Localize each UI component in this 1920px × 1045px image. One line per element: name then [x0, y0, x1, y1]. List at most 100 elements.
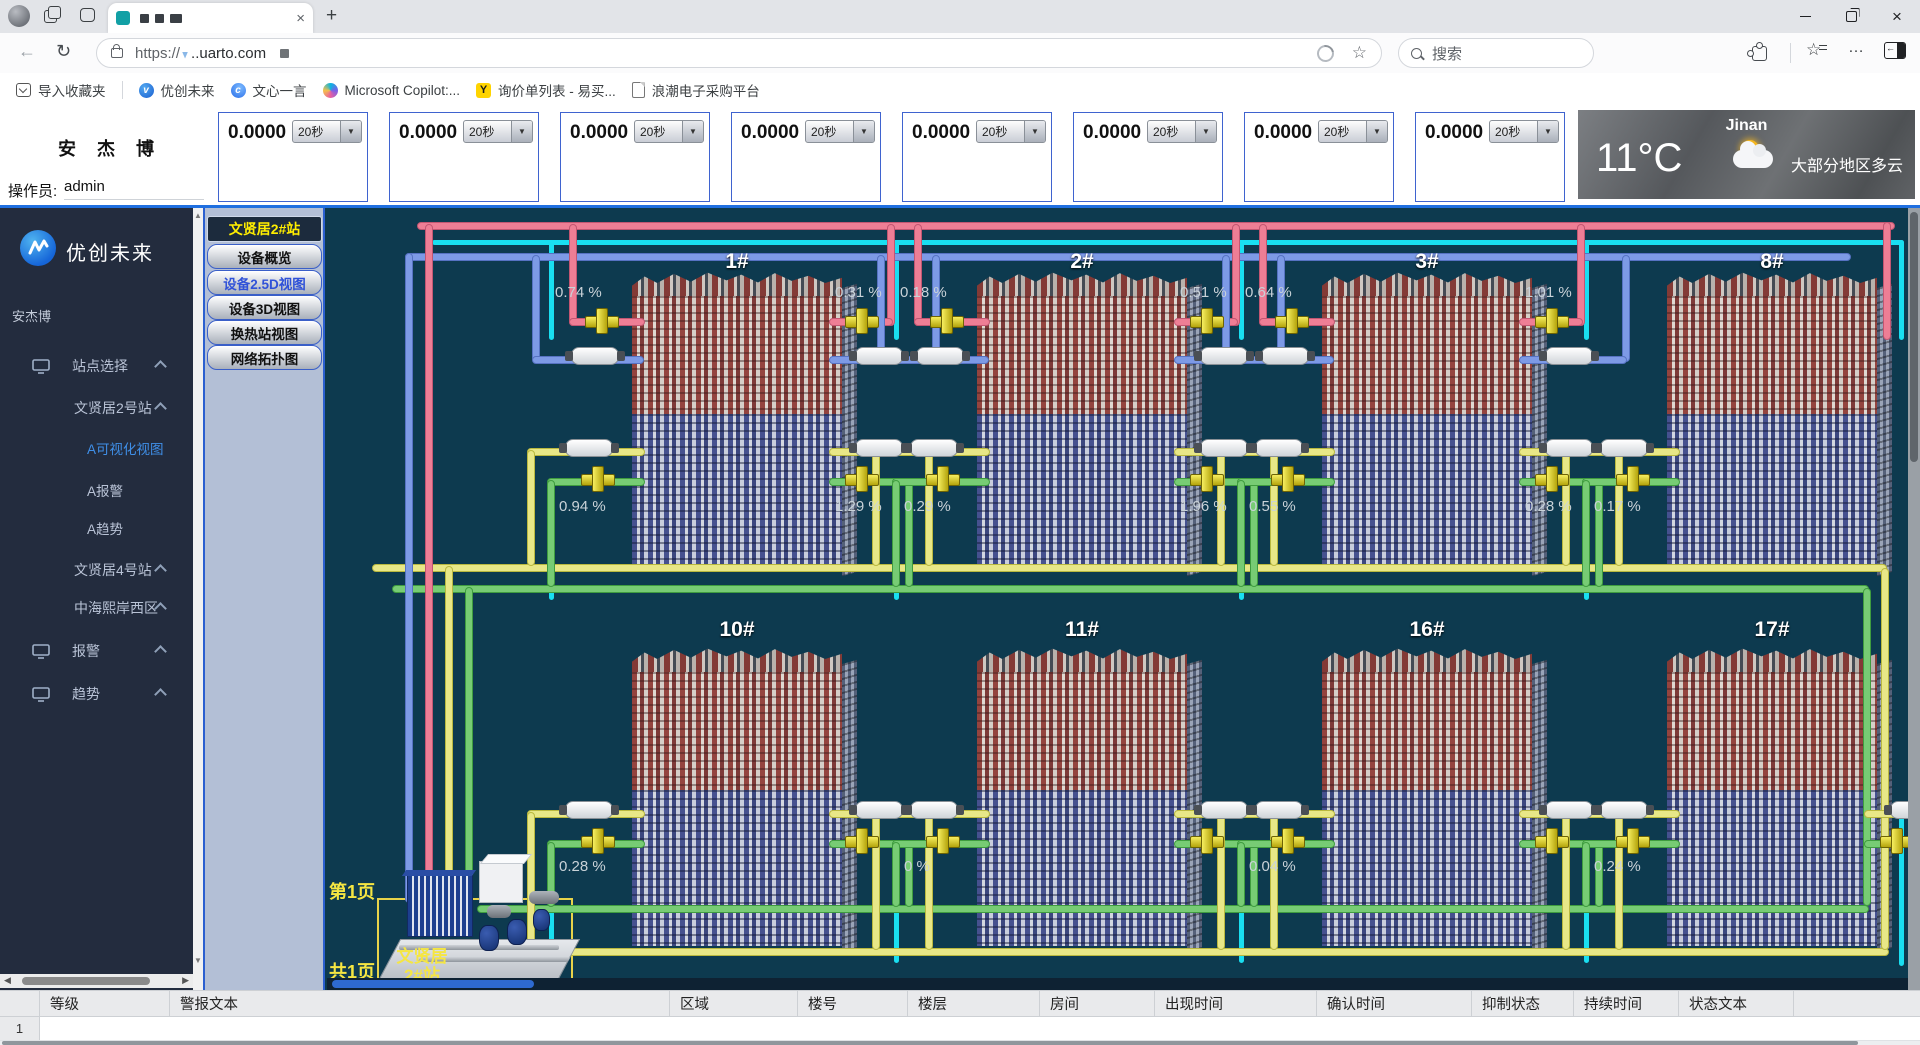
- interval-dropdown[interactable]: 20秒 ▼: [634, 120, 704, 143]
- search-box[interactable]: 搜索: [1398, 38, 1594, 68]
- interval-dropdown[interactable]: 20秒 ▼: [805, 120, 875, 143]
- valve-icon: [845, 466, 879, 492]
- window-close-button[interactable]: ×: [1874, 0, 1920, 33]
- interval-value: 20秒: [1148, 123, 1195, 140]
- building-label: 3#: [1382, 250, 1472, 274]
- station-menu-button[interactable]: 网络拓扑图: [207, 345, 322, 370]
- browser-assist-icon[interactable]: [1313, 41, 1337, 65]
- scroll-thumb[interactable]: [1910, 212, 1918, 462]
- workspace-icon[interactable]: [80, 8, 95, 22]
- new-tab-button[interactable]: +: [326, 5, 337, 27]
- window-minimize-button[interactable]: [1782, 0, 1828, 33]
- bottom-scrollbar[interactable]: [0, 1041, 1920, 1045]
- sidebar-item[interactable]: 趋势: [0, 679, 193, 709]
- station-menu-button[interactable]: 设备2.5D视图: [207, 270, 322, 295]
- bookmark-item[interactable]: 浪潮电子采购平台: [632, 80, 760, 100]
- valve-icon: [1535, 466, 1569, 492]
- dropdown-arrow-icon[interactable]: ▼: [1195, 121, 1216, 142]
- page-vscrollbar[interactable]: [1908, 208, 1920, 990]
- building-tower: [977, 270, 1187, 570]
- metric-box: 0.0000 20秒 ▼: [1244, 112, 1394, 202]
- scroll-right-icon[interactable]: ▶: [182, 975, 189, 986]
- bookmark-label: 文心一言: [253, 80, 307, 100]
- bookmark-item[interactable]: v优创未来: [139, 80, 215, 100]
- extensions-icon[interactable]: [1752, 46, 1767, 61]
- flow-meter-icon: [855, 439, 903, 457]
- dropdown-arrow-icon[interactable]: ▼: [1366, 121, 1387, 142]
- pipe-green: [1582, 480, 1590, 587]
- pipe-red: [569, 224, 577, 326]
- scroll-up-icon[interactable]: ▲: [194, 211, 202, 220]
- operator-value[interactable]: admin: [64, 178, 204, 200]
- dropdown-arrow-icon[interactable]: ▼: [340, 121, 361, 142]
- dropdown-arrow-icon[interactable]: ▼: [682, 121, 703, 142]
- sidebar-item[interactable]: A可视化视图: [0, 433, 193, 463]
- station-menu-button[interactable]: 设备3D视图: [207, 295, 322, 320]
- row-number: 1: [0, 1017, 40, 1040]
- browser-profile-avatar-icon[interactable]: [8, 5, 30, 27]
- back-icon[interactable]: ←: [18, 41, 36, 62]
- valve-icon: [930, 308, 964, 334]
- active-tab[interactable]: ×: [108, 3, 313, 33]
- pipe-red: [1883, 222, 1891, 340]
- interval-dropdown[interactable]: 20秒 ▼: [292, 120, 362, 143]
- sidebar-hscrollbar[interactable]: ◀ ▶: [0, 974, 193, 988]
- interval-dropdown[interactable]: 20秒 ▼: [463, 120, 533, 143]
- sidebar-item[interactable]: 文贤居2号站: [0, 393, 193, 423]
- favorite-star-icon[interactable]: ☆: [1352, 43, 1367, 63]
- sidebar-toggle-icon[interactable]: ←: [1884, 42, 1906, 59]
- building-label: 10#: [692, 618, 782, 642]
- station-menu: 文贤居2#站 设备概览设备2.5D视图设备3D视图换热站视图网络拓扑图: [205, 208, 325, 990]
- bookmark-item[interactable]: 导入收藏夹: [16, 80, 106, 100]
- bookmark-item[interactable]: c文心一言: [231, 80, 307, 100]
- pipe-green: [392, 585, 1869, 593]
- scroll-down-icon[interactable]: ▼: [194, 956, 202, 965]
- tab-groups-icon[interactable]: [44, 10, 57, 23]
- sidebar-vscrollbar[interactable]: ▲ ▼: [193, 208, 205, 990]
- favorites-hub-icon[interactable]: ☆: [1806, 40, 1821, 60]
- tab-close-icon[interactable]: ×: [296, 11, 305, 26]
- flow-meter-icon: [855, 347, 903, 365]
- interval-dropdown[interactable]: 20秒 ▼: [976, 120, 1046, 143]
- interval-value: 20秒: [1490, 123, 1537, 140]
- percent-label: 0.31 %: [835, 284, 882, 301]
- sidebar-item[interactable]: A报警: [0, 475, 193, 505]
- table-column-header: 确认时间: [1317, 991, 1472, 1016]
- scroll-thumb[interactable]: [22, 977, 150, 985]
- sidebar-item-label: 趋势: [72, 684, 100, 704]
- pipe-cyan: [432, 240, 1904, 245]
- tab-title-glyph: [155, 14, 164, 23]
- valve-icon: [926, 828, 960, 854]
- sidebar-item[interactable]: A趋势: [0, 513, 193, 543]
- pipe-green: [892, 480, 900, 587]
- dropdown-arrow-icon[interactable]: ▼: [1537, 121, 1558, 142]
- dropdown-arrow-icon[interactable]: ▼: [511, 121, 532, 142]
- address-bar[interactable]: https:// ..uarto.com ☆: [96, 38, 1382, 68]
- interval-dropdown[interactable]: 20秒 ▼: [1318, 120, 1388, 143]
- sidebar-item[interactable]: 中海熙岸西区: [0, 593, 193, 623]
- settings-menu-icon[interactable]: …: [1848, 39, 1865, 57]
- window-restore-button[interactable]: [1828, 0, 1874, 33]
- scroll-left-icon[interactable]: ◀: [4, 975, 11, 986]
- interval-dropdown[interactable]: 20秒 ▼: [1489, 120, 1559, 143]
- sidebar-item[interactable]: 文贤居4号站: [0, 555, 193, 585]
- sidebar-item[interactable]: 站点选择: [0, 351, 193, 381]
- refresh-icon[interactable]: ↻: [56, 41, 71, 62]
- station-menu-button[interactable]: 设备概览: [207, 244, 322, 269]
- bookmark-item[interactable]: Microsoft Copilot:...: [323, 83, 461, 98]
- building-label: 17#: [1727, 618, 1817, 642]
- pipe-green: [1237, 842, 1245, 907]
- alarm-table-row[interactable]: 1: [0, 1017, 1920, 1041]
- scroll-thumb[interactable]: [2, 1041, 1858, 1045]
- bookmark-item[interactable]: Y询价单列表 - 易买...: [476, 80, 616, 100]
- pipe-blue: [1622, 255, 1630, 362]
- sidebar-item-label: 文贤居4号站: [74, 560, 152, 580]
- dropdown-arrow-icon[interactable]: ▼: [1024, 121, 1045, 142]
- main-hscrollbar[interactable]: [327, 978, 1908, 990]
- scroll-thumb[interactable]: [332, 980, 534, 988]
- station-menu-button[interactable]: 换热站视图: [207, 320, 322, 345]
- interval-dropdown[interactable]: 20秒 ▼: [1147, 120, 1217, 143]
- sidebar-item[interactable]: 报警: [0, 636, 193, 666]
- dropdown-arrow-icon[interactable]: ▼: [853, 121, 874, 142]
- pipe-red: [1259, 224, 1267, 326]
